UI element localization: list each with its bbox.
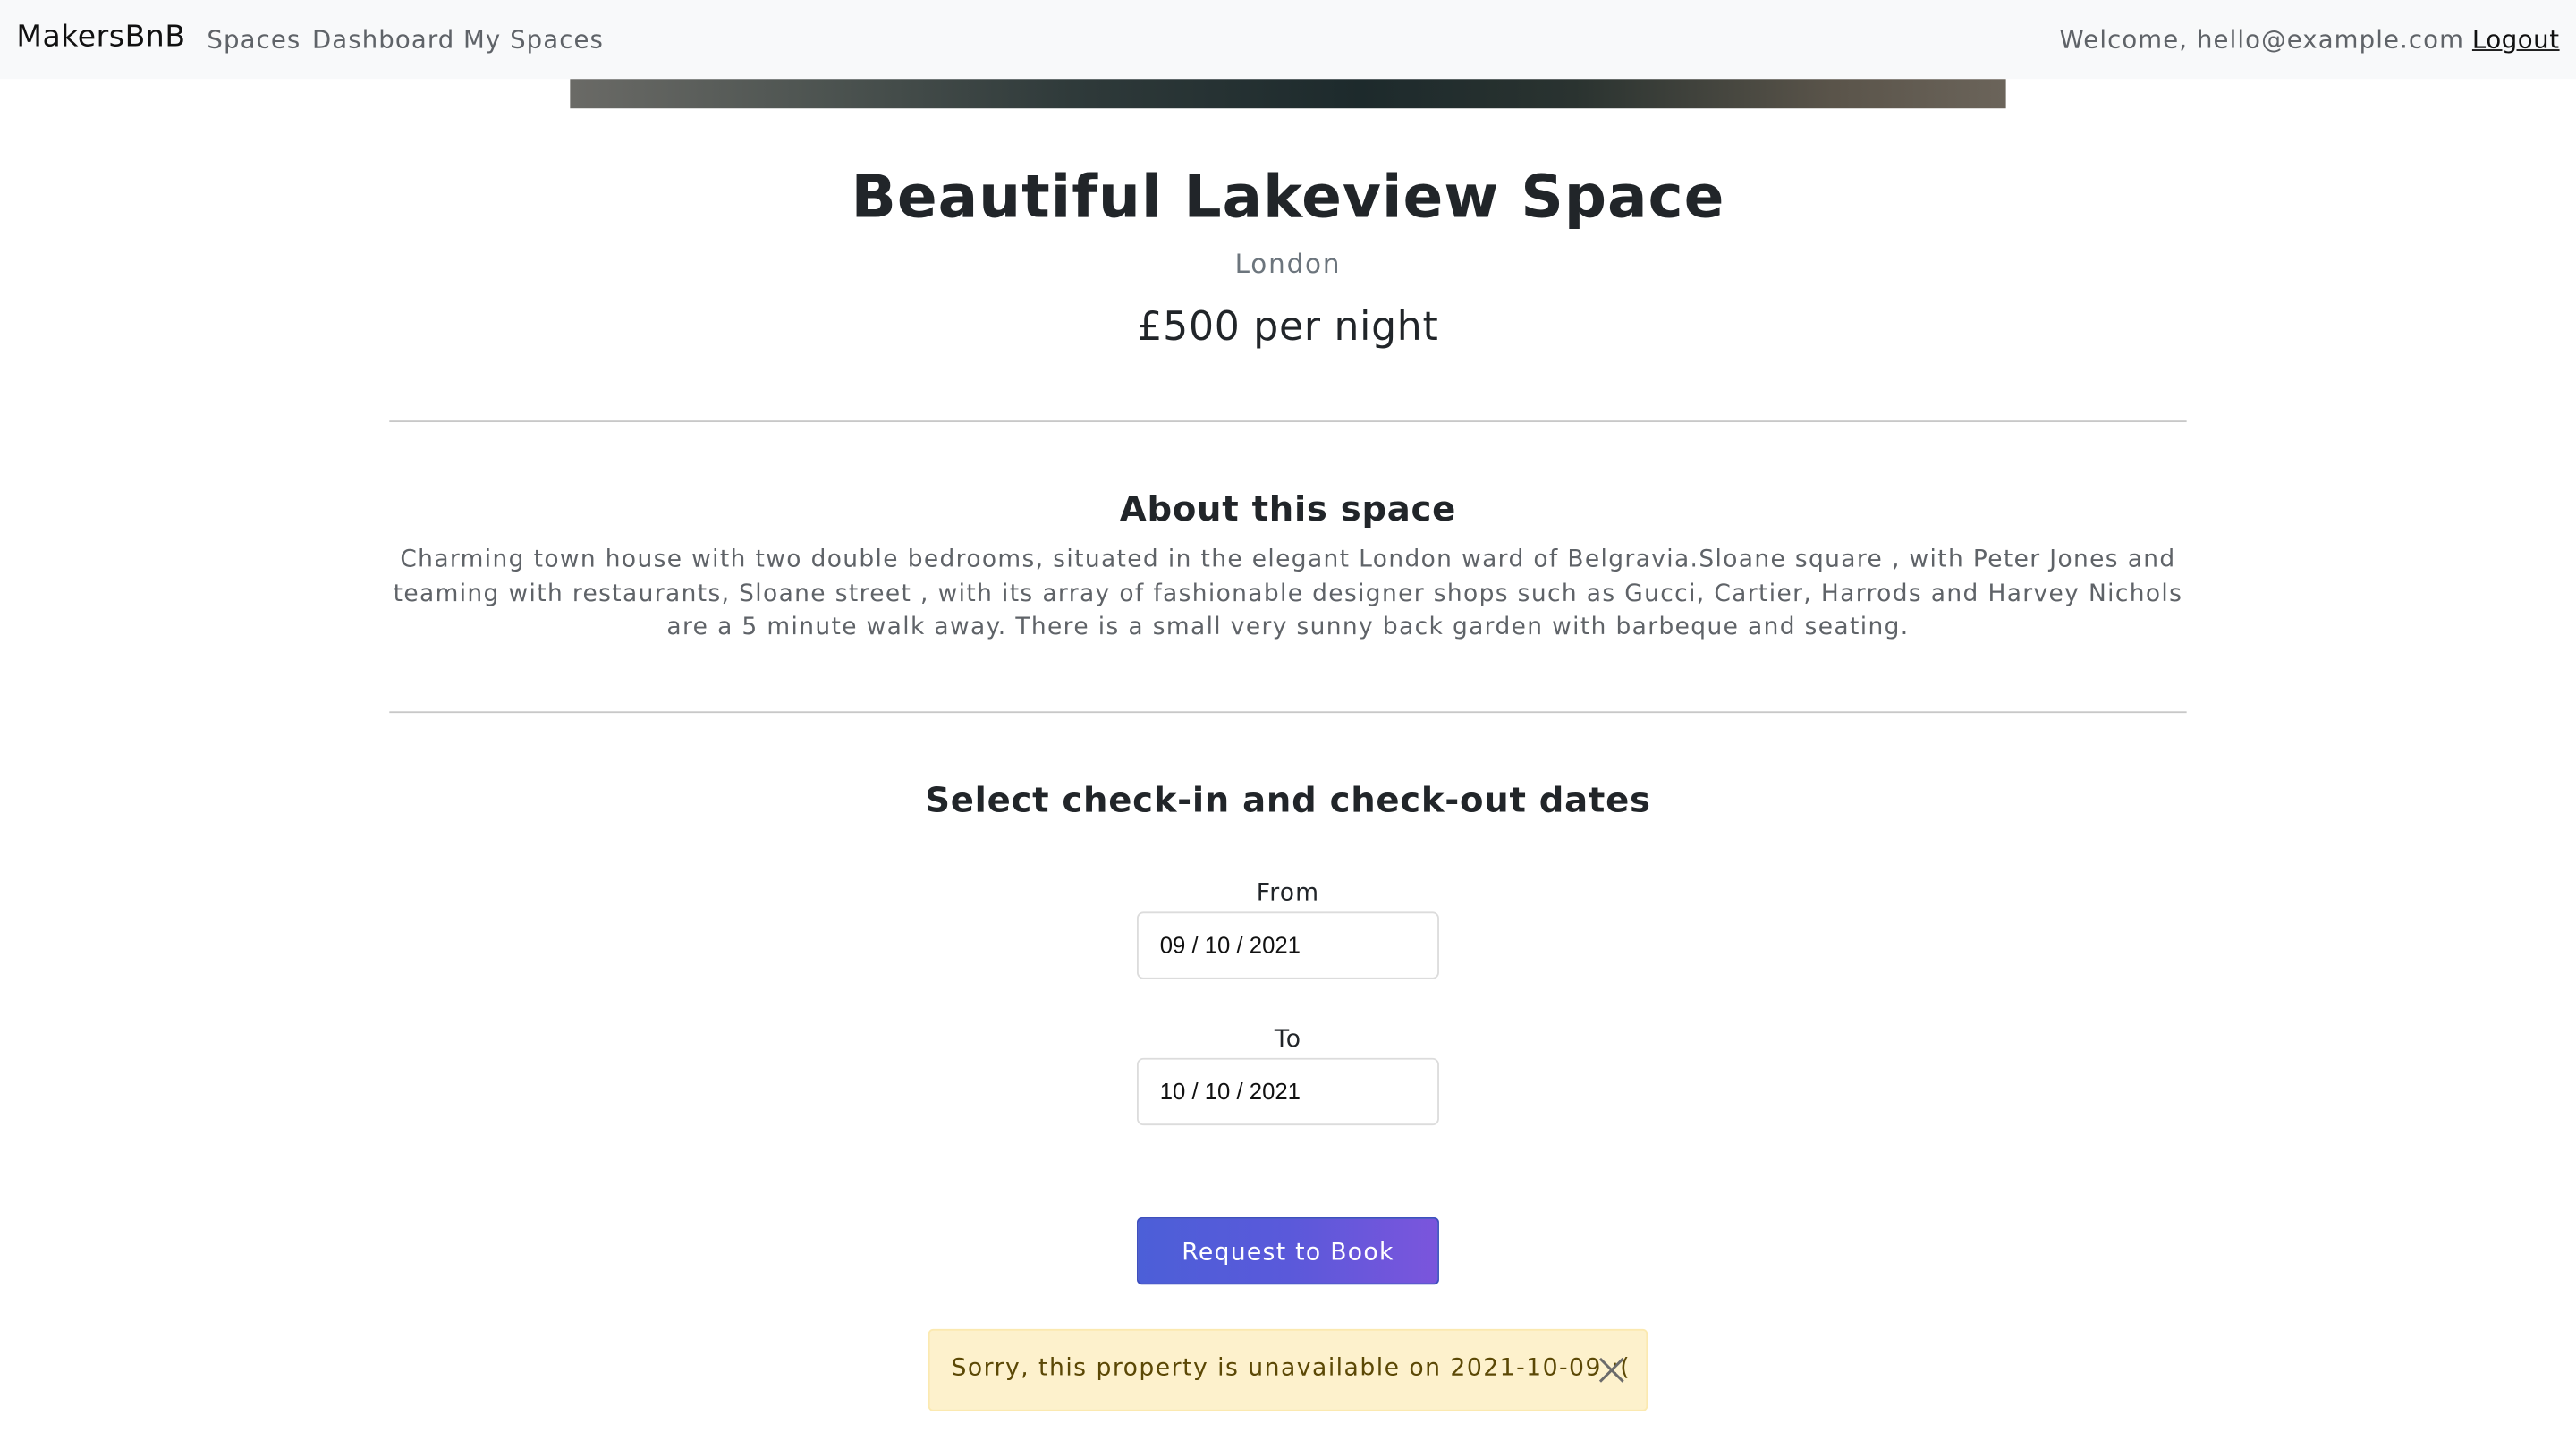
space-location: London [1234, 248, 1342, 280]
to-label: To [1274, 1026, 1302, 1054]
unavailable-alert: Sorry, this property is unavailable on 2… [928, 1328, 1648, 1411]
logout-link[interactable]: Logout [2472, 25, 2560, 55]
divider [389, 711, 2187, 714]
space-description: Charming town house with two double bedr… [393, 547, 2183, 641]
about-heading: About this space [1119, 489, 1457, 530]
nav-link-dashboard[interactable]: Dashboard [312, 25, 454, 55]
space-price: £500 per night [1137, 303, 1439, 351]
divider [389, 420, 2187, 423]
to-date-input[interactable]: 10 / 10 / 2021 [1136, 1057, 1439, 1126]
welcome-text: Welcome, hello@example.com [2059, 24, 2465, 55]
from-date-input[interactable]: 09 / 10 / 2021 [1136, 911, 1439, 979]
brand-logo[interactable]: MakersBnB [16, 20, 185, 55]
page: MakersBnB Spaces Dashboard My Spaces Wel… [0, 0, 2576, 1449]
from-label: From [1256, 880, 1320, 907]
nav-link-my-spaces[interactable]: My Spaces [463, 25, 604, 55]
nav-link-spaces[interactable]: Spaces [207, 25, 301, 55]
space-title: Beautiful Lakeview Space [851, 164, 1725, 232]
dates-heading: Select check-in and check-out dates [925, 780, 1651, 820]
request-to-book-button[interactable]: Request to Book [1136, 1216, 1439, 1285]
space-photo [570, 79, 2006, 109]
close-icon[interactable] [1597, 1355, 1626, 1385]
alert-message: Sorry, this property is unavailable on 2… [951, 1355, 1631, 1382]
navbar: MakersBnB Spaces Dashboard My Spaces Wel… [0, 0, 2576, 80]
